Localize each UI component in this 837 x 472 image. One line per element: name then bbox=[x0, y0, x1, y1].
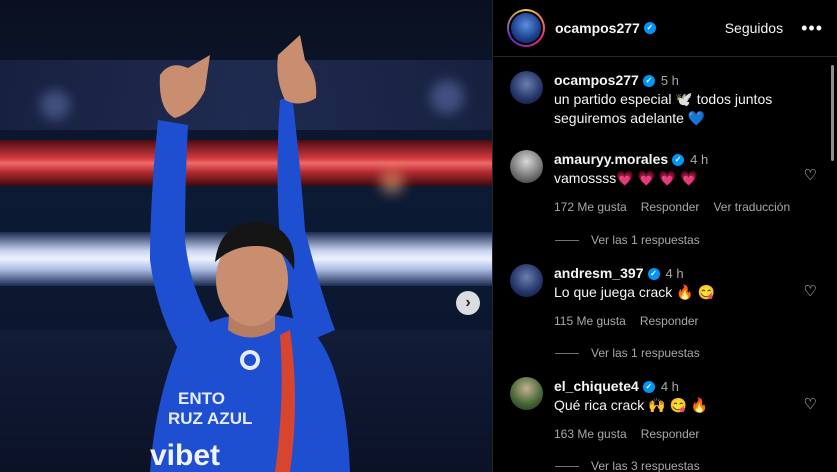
comment-likes[interactable]: 172 Me gusta bbox=[554, 200, 627, 214]
heart-icon[interactable]: ♡ bbox=[804, 395, 817, 413]
next-image-button[interactable]: › bbox=[456, 291, 480, 315]
comment-likes[interactable]: 115 Me gusta bbox=[554, 314, 626, 328]
reply-button[interactable]: Responder bbox=[640, 314, 699, 328]
avatar bbox=[511, 13, 541, 43]
jersey-text-2: RUZ AZUL bbox=[168, 409, 252, 428]
caption: ocampos277 ✓ 5 h un partido especial 🕊️ to… bbox=[510, 71, 817, 128]
caption-text: un partido especial 🕊️ todos juntos segu… bbox=[554, 91, 773, 126]
heart-icon[interactable]: ♡ bbox=[804, 166, 817, 184]
comment-time[interactable]: 4 h bbox=[690, 152, 708, 167]
comment-username[interactable]: el_chiquete4 bbox=[554, 378, 639, 394]
comment-username[interactable]: amauryy.morales bbox=[554, 151, 668, 167]
comment-time[interactable]: 4 h bbox=[661, 379, 679, 394]
comment-text: vamossss💗 💗 💗 💗 bbox=[554, 170, 698, 186]
author-username[interactable]: ocampos277 bbox=[555, 20, 640, 36]
view-replies-label: Ver las 1 respuestas bbox=[591, 233, 700, 247]
comment-likes[interactable]: 163 Me gusta bbox=[554, 427, 627, 441]
translate-button[interactable]: Ver traducción bbox=[713, 200, 790, 214]
comment-item: andresm_397 ✓ 4 h Lo que juega crack 🔥 😋 1… bbox=[510, 264, 817, 328]
following-button[interactable]: Seguidos bbox=[725, 20, 783, 36]
caption-time[interactable]: 5 h bbox=[661, 73, 679, 88]
heart-icon[interactable]: ♡ bbox=[804, 282, 817, 300]
view-replies-label: Ver las 3 respuestas bbox=[591, 459, 700, 472]
comment-text: Lo que juega crack 🔥 😋 bbox=[554, 284, 715, 300]
post-header: ocampos277 ✓ Seguidos ••• bbox=[493, 0, 837, 57]
avatar[interactable] bbox=[510, 150, 543, 183]
view-replies-button[interactable]: Ver las 3 respuestas bbox=[555, 459, 700, 472]
comment-item: amauryy.morales ✓ 4 h vamossss💗 💗 💗 💗 172 … bbox=[510, 150, 817, 214]
comment-username[interactable]: andresm_397 bbox=[554, 265, 644, 281]
avatar[interactable] bbox=[510, 264, 543, 297]
verified-icon: ✓ bbox=[642, 75, 655, 88]
view-replies-button[interactable]: Ver las 1 respuestas bbox=[555, 233, 700, 247]
comment-time[interactable]: 4 h bbox=[666, 266, 684, 281]
divider bbox=[555, 352, 579, 354]
comment-text: Qué rica crack 🙌 😋 🔥 bbox=[554, 397, 709, 413]
caption-username[interactable]: ocampos277 bbox=[554, 72, 639, 88]
reply-button[interactable]: Responder bbox=[641, 427, 700, 441]
avatar[interactable] bbox=[510, 377, 543, 410]
verified-icon: ✓ bbox=[643, 22, 656, 34]
verified-icon: ✓ bbox=[672, 154, 685, 167]
view-replies-label: Ver las 1 respuestas bbox=[591, 346, 700, 360]
author-avatar-ring[interactable] bbox=[507, 9, 545, 47]
scrollbar[interactable] bbox=[831, 65, 834, 161]
avatar[interactable] bbox=[510, 71, 543, 104]
divider bbox=[555, 239, 579, 241]
comments-list[interactable]: ocampos277 ✓ 5 h un partido especial 🕊️ to… bbox=[493, 57, 837, 472]
reply-button[interactable]: Responder bbox=[641, 200, 700, 214]
player-figure: ENTO RUZ AZUL vibet bbox=[150, 35, 350, 472]
jersey-sponsor: vibet bbox=[150, 439, 220, 472]
divider bbox=[555, 465, 579, 467]
verified-icon: ✓ bbox=[642, 381, 655, 394]
post-side-panel: ocampos277 ✓ Seguidos ••• ocampos277 ✓ 5 h… bbox=[492, 0, 837, 472]
post-image[interactable]: ENTO RUZ AZUL vibet › bbox=[0, 0, 492, 472]
jersey-text-1: ENTO bbox=[178, 389, 225, 408]
verified-icon: ✓ bbox=[647, 268, 660, 281]
more-options-icon[interactable]: ••• bbox=[801, 19, 823, 37]
comment-item: el_chiquete4 ✓ 4 h Qué rica crack 🙌 😋 🔥 16… bbox=[510, 377, 817, 441]
chevron-right-icon: › bbox=[465, 294, 471, 311]
view-replies-button[interactable]: Ver las 1 respuestas bbox=[555, 346, 700, 360]
